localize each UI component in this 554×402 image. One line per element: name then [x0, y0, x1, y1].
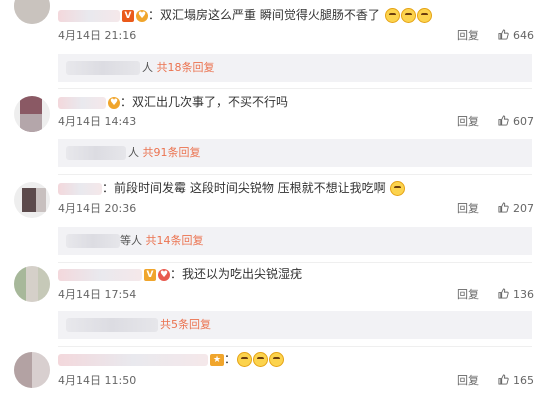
thumbs-up-icon [498, 29, 509, 40]
comment-line: V ♥ ：双汇塌房这么严重 瞬间觉得火腿肠不香了 [58, 6, 432, 24]
sub-reply-summary: 共5条回复 [160, 317, 211, 333]
crying-emoji-icon [390, 181, 406, 196]
username-blurred[interactable] [58, 182, 102, 195]
divider [58, 88, 532, 89]
comment-time: 4月14日 14:43 [58, 115, 137, 128]
sub-reply-summary: 人 共91条回复 [128, 145, 201, 161]
reply-button[interactable]: 回复 [457, 29, 479, 43]
view-replies-link[interactable]: 共5条回复 [160, 318, 211, 331]
reply-button[interactable]: 回复 [457, 288, 479, 302]
like-count: 165 [513, 374, 534, 387]
sub-reply-summary: 人 共18条回复 [142, 60, 215, 76]
comment-text: 前段时间发霉 这段时间尖锐物 压根就不想让我吃啊 [114, 181, 386, 195]
view-replies-link[interactable]: 共14条回复 [146, 234, 204, 247]
avatar[interactable] [14, 352, 50, 388]
comment-line: ♥ ：双汇出几次事了，不买不行吗 [58, 93, 288, 111]
verified-v-icon: V [144, 268, 156, 281]
thumbs-up-icon [498, 115, 509, 126]
reply-button[interactable]: 回复 [457, 202, 479, 216]
like-button[interactable]: 165 [498, 374, 534, 388]
comment-text: 双汇出几次事了，不买不行吗 [132, 95, 289, 109]
emoji-icon [253, 352, 269, 367]
like-count: 607 [513, 115, 534, 128]
like-button[interactable]: 607 [498, 115, 534, 129]
sub-reply-suffix: 等人 [120, 234, 142, 247]
view-replies-link[interactable]: 共91条回复 [143, 146, 201, 159]
comment-line: ★： [58, 350, 285, 368]
emoji-icon [416, 8, 432, 23]
sub-reply-names-blurred [66, 146, 126, 160]
sub-reply-suffix: 人 [142, 61, 153, 74]
username-blurred[interactable] [58, 96, 106, 109]
level-badge-icon: ♥ [108, 96, 120, 109]
username-blurred[interactable] [58, 268, 142, 281]
comment-line: ：前段时间发霉 这段时间尖锐物 压根就不想让我吃啊 [58, 179, 406, 197]
verified-v-icon: V [122, 9, 134, 22]
sub-reply-names-blurred [66, 318, 158, 332]
level-badge-icon: ♥ [158, 268, 170, 281]
comment-time: 4月14日 21:16 [58, 29, 137, 42]
divider [58, 174, 532, 175]
emoji-icon [237, 352, 253, 367]
sub-reply-names-blurred [66, 234, 120, 248]
comment-time: 4月14日 17:54 [58, 288, 137, 301]
thumbs-up-icon [498, 374, 509, 385]
level-badge-icon: ♥ [136, 9, 148, 22]
comment-text: 我还以为吃出尖锐湿疣 [182, 267, 303, 281]
sub-reply-suffix: 人 [128, 146, 139, 159]
divider [58, 346, 532, 347]
avatar[interactable] [14, 96, 50, 132]
avatar[interactable] [14, 0, 50, 24]
sub-reply-box[interactable]: 等人 共14条回复 [58, 227, 532, 255]
comment-text: 双汇塌房这么严重 瞬间觉得火腿肠不香了 [160, 8, 380, 22]
comment-time: 4月14日 11:50 [58, 374, 137, 387]
like-count: 207 [513, 202, 534, 215]
emoji-icon [384, 8, 400, 23]
avatar[interactable] [14, 182, 50, 218]
sub-reply-box[interactable]: 人 共91条回复 [58, 139, 532, 167]
thumbs-up-icon [498, 288, 509, 299]
like-button[interactable]: 207 [498, 202, 534, 216]
divider [58, 262, 532, 263]
avatar[interactable] [14, 266, 50, 302]
comment-line: V ♥ ：我还以为吃出尖锐湿疣 [58, 265, 302, 283]
thumbs-up-icon [498, 202, 509, 213]
like-button[interactable]: 646 [498, 29, 534, 43]
sub-reply-names-blurred [66, 61, 140, 75]
sub-reply-summary: 等人 共14条回复 [120, 233, 204, 249]
comment-time: 4月14日 20:36 [58, 202, 137, 215]
like-count: 136 [513, 288, 534, 301]
like-count: 646 [513, 29, 534, 42]
sub-reply-box[interactable]: 人 共18条回复 [58, 54, 532, 82]
level-badge-icon: ★ [210, 353, 224, 366]
like-button[interactable]: 136 [498, 288, 534, 302]
view-replies-link[interactable]: 共18条回复 [157, 61, 215, 74]
username-blurred[interactable] [58, 9, 120, 22]
sub-reply-box[interactable]: 共5条回复 [58, 311, 532, 339]
reply-button[interactable]: 回复 [457, 115, 479, 129]
emoji-icon [269, 352, 285, 367]
emoji-icon [400, 8, 416, 23]
reply-button[interactable]: 回复 [457, 374, 479, 388]
username-blurred[interactable] [58, 353, 208, 366]
